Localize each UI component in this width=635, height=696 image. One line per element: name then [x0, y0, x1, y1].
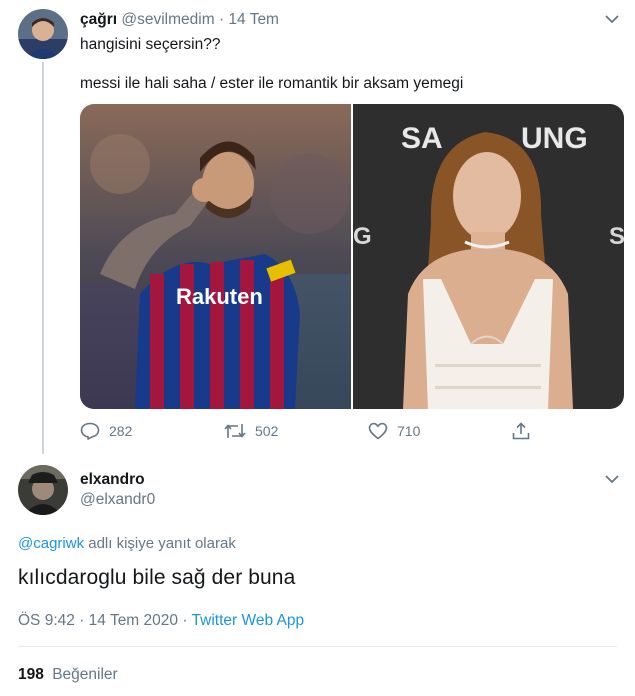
reply-context-label: adlı kişiye yanıt olarak [88, 535, 236, 552]
tweet-text: kılıcdaroglu bile sağ der buna [18, 566, 296, 589]
like-count: 710 [397, 423, 421, 439]
likes-stat[interactable]: 198 Beğeniler [18, 666, 118, 684]
retweet-icon [224, 424, 246, 438]
photo-actress[interactable]: SA UNG G S [353, 104, 624, 409]
tweet-meta: ÖS 9:42 · 14 Tem 2020 · Twitter Web App [18, 612, 304, 630]
handle[interactable]: @sevilmedim [121, 11, 214, 28]
retweet-button[interactable]: 502 [224, 422, 278, 440]
svg-text:S: S [609, 223, 624, 250]
photo-football-player[interactable]: Rakuten [80, 104, 351, 409]
chevron-down-icon[interactable] [605, 475, 619, 484]
svg-text:G: G [353, 223, 372, 250]
tweet-text-line: hangisini seçersin?? [80, 36, 221, 53]
display-name[interactable]: elxandro [80, 471, 145, 489]
display-name[interactable]: çağrı [80, 11, 117, 28]
tweet-actions: 282 502 710 [80, 422, 540, 444]
separator: · [79, 612, 85, 629]
media-grid[interactable]: Rakuten SA UNG G S [80, 104, 624, 409]
divider [18, 646, 617, 647]
avatar[interactable] [18, 465, 68, 515]
separator: · [218, 11, 225, 28]
source-link[interactable]: Twitter Web App [192, 612, 305, 629]
separator: · [182, 612, 188, 629]
reply-count: 282 [109, 423, 133, 439]
reply-button[interactable]: 282 [80, 422, 132, 440]
avatar[interactable] [18, 9, 68, 59]
reply-icon [80, 422, 100, 440]
tweet-date[interactable]: 14 Tem [228, 11, 279, 28]
likes-label: Beğeniler [52, 666, 118, 683]
heart-icon [368, 422, 388, 440]
likes-count: 198 [18, 666, 44, 683]
reply-context: @cagriwk adlı kişiye yanıt olarak [18, 535, 236, 552]
svg-text:UNG: UNG [521, 122, 588, 155]
tweet-text-line: messi ile hali saha / ester ile romantik… [80, 75, 464, 92]
svg-text:SA: SA [401, 122, 443, 155]
handle[interactable]: @elxandr0 [80, 491, 155, 509]
chevron-down-icon[interactable] [605, 15, 619, 24]
tweet-header: çağrı @sevilmedim · 14 Tem [80, 11, 279, 29]
svg-text:Rakuten: Rakuten [176, 284, 263, 309]
like-button[interactable]: 710 [368, 422, 420, 440]
reply-mention-link[interactable]: @cagriwk [18, 535, 84, 552]
tweet-original: çağrı @sevilmedim · 14 Tem hangisini seç… [0, 0, 635, 455]
share-button[interactable] [512, 422, 539, 440]
retweet-count: 502 [255, 423, 279, 439]
tweet-date[interactable]: 14 Tem 2020 [89, 612, 178, 629]
share-icon [512, 422, 530, 440]
tweet-time[interactable]: ÖS 9:42 [18, 612, 75, 629]
